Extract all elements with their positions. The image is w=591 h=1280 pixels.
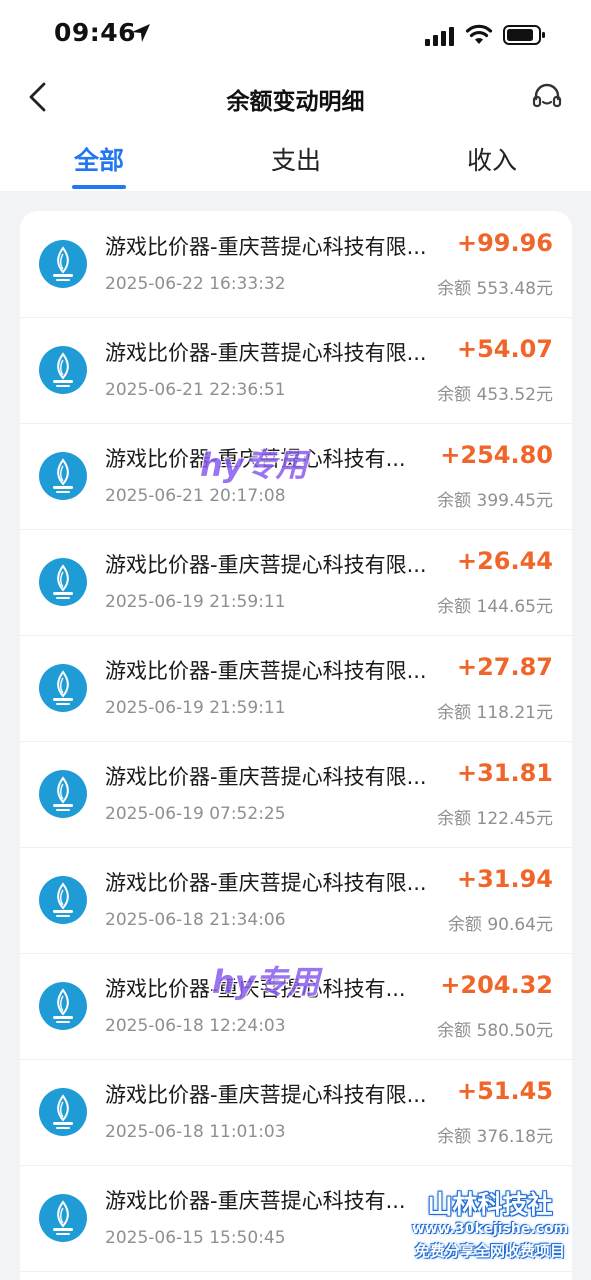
list-item[interactable]: 游戏比价器-重庆菩提心科技有限... 2025-06-19 21:59:11 +26…	[20, 529, 572, 636]
list-item[interactable]: 游戏比价器-重庆菩提心科技有限... 2025-06-19 21:59:11 +27…	[20, 635, 572, 742]
transaction-balance: 余额 553.48元	[437, 279, 553, 299]
transaction-balance: 余额 453.52元	[437, 385, 553, 405]
merchant-logo-icon	[39, 1194, 87, 1242]
watermark-overlay: hy专用	[200, 446, 308, 484]
list-item[interactable]: 游戏比价器-重庆菩提心科技有限... 2025-06-18 21:34:06 +31…	[20, 847, 572, 954]
list-item[interactable]: 游戏比价器-重庆菩提心科技有限... 2025-06-18 11:01:03 +51…	[20, 1059, 572, 1166]
transaction-amount: +27.87	[456, 653, 553, 681]
transaction-time: 2025-06-21 20:17:08	[105, 486, 286, 506]
merchant-logo-icon	[39, 452, 87, 500]
battery-icon	[503, 25, 545, 45]
cellular-signal-icon	[425, 27, 454, 46]
transaction-title: 游戏比价器-重庆菩提心科技有限...	[105, 553, 427, 577]
merchant-logo-icon	[39, 664, 87, 712]
transaction-amount: +31.81	[456, 759, 553, 787]
transaction-time: 2025-06-22 16:33:32	[105, 274, 286, 294]
transaction-amount: +31.94	[456, 865, 553, 893]
transaction-time: 2025-06-21 22:36:51	[105, 380, 286, 400]
transaction-time: 2025-06-18 21:34:06	[105, 910, 286, 930]
merchant-logo-icon	[39, 1088, 87, 1136]
list-item[interactable]: 游戏比价器-重庆菩提心科技有限... 2025-06-19 07:52:25 +31…	[20, 741, 572, 848]
location-arrow-icon	[132, 24, 150, 42]
transaction-amount: +204.32	[440, 971, 553, 999]
nav-bar: 余额变动明细	[0, 70, 591, 124]
transaction-balance: 余额 118.21元	[437, 703, 553, 723]
transaction-balance: 余额 580.50元	[437, 1021, 553, 1041]
transaction-balance: 余额 122.45元	[437, 809, 553, 829]
page-title: 余额变动明细	[226, 89, 365, 115]
transaction-time: 2025-06-19 21:59:11	[105, 592, 286, 612]
brand-url: www.30kejishe.com	[411, 1221, 569, 1237]
tab-income[interactable]: 收入	[432, 141, 552, 177]
tab-expense[interactable]: 支出	[236, 141, 356, 177]
merchant-logo-icon	[39, 982, 87, 1030]
transaction-amount: +26.44	[456, 547, 553, 575]
transaction-amount: +51.45	[456, 1077, 553, 1105]
transaction-balance: 余额 376.18元	[437, 1127, 553, 1147]
list-item[interactable]: 游戏比价器-重庆菩提心科技有限... 2025-06-22 16:33:32 +99…	[20, 211, 572, 318]
merchant-logo-icon	[39, 770, 87, 818]
transaction-title: 游戏比价器-重庆菩提心科技有限...	[105, 871, 427, 895]
brand-tagline: 免费分享全网收费项目	[414, 1242, 565, 1260]
transaction-balance: 余额 144.65元	[437, 597, 553, 617]
merchant-logo-icon	[39, 558, 87, 606]
transaction-title: 游戏比价器-重庆菩提心科技有限...	[105, 341, 427, 365]
top-bar: 09:46 余额变动明细 全部 支出 收入	[0, 0, 591, 191]
transaction-time: 2025-06-19 21:59:11	[105, 698, 286, 718]
list-item[interactable]: 游戏比价器-重庆菩提心科技有限... 2025-06-21 22:36:51 +54…	[20, 317, 572, 424]
transaction-title: 游戏比价器-重庆菩提心科技有限...	[105, 235, 427, 259]
transaction-time: 2025-06-19 07:52:25	[105, 804, 286, 824]
tab-bar: 全部 支出 收入	[0, 135, 591, 191]
transaction-balance: 余额 90.64元	[447, 915, 553, 935]
transaction-time: 2025-06-18 11:01:03	[105, 1122, 286, 1142]
headset-icon[interactable]	[530, 80, 564, 114]
watermark-overlay: hy专用	[212, 963, 320, 1001]
merchant-logo-icon	[39, 876, 87, 924]
transaction-time: 2025-06-18 12:24:03	[105, 1016, 286, 1036]
transaction-balance: 余额 399.45元	[437, 491, 553, 511]
transaction-title: 游戏比价器-重庆菩提心科技有限...	[105, 765, 427, 789]
transaction-time: 2025-06-15 15:50:45	[105, 1228, 286, 1248]
transaction-title: 游戏比价器-重庆菩提心科技有限...	[105, 659, 427, 683]
transaction-title: 游戏比价器-重庆菩提心科技有限...	[105, 1083, 427, 1107]
status-bar: 09:46	[0, 0, 591, 70]
transaction-amount: +54.07	[456, 335, 553, 363]
wifi-icon	[465, 24, 493, 44]
transaction-amount: +254.80	[440, 441, 553, 469]
transaction-amount: +99.96	[456, 229, 553, 257]
tab-all[interactable]: 全部	[39, 141, 159, 177]
merchant-logo-icon	[39, 346, 87, 394]
active-tab-indicator	[72, 185, 126, 189]
status-time: 09:46	[54, 18, 137, 47]
brand-name: 山林科技社	[427, 1190, 553, 1219]
transaction-list: 游戏比价器-重庆菩提心科技有限... 2025-06-22 16:33:32 +99…	[20, 211, 572, 1280]
merchant-logo-icon	[39, 240, 87, 288]
brand-watermark: 山林科技社 www.30kejishe.com 免费分享全网收费项目	[395, 1185, 585, 1275]
